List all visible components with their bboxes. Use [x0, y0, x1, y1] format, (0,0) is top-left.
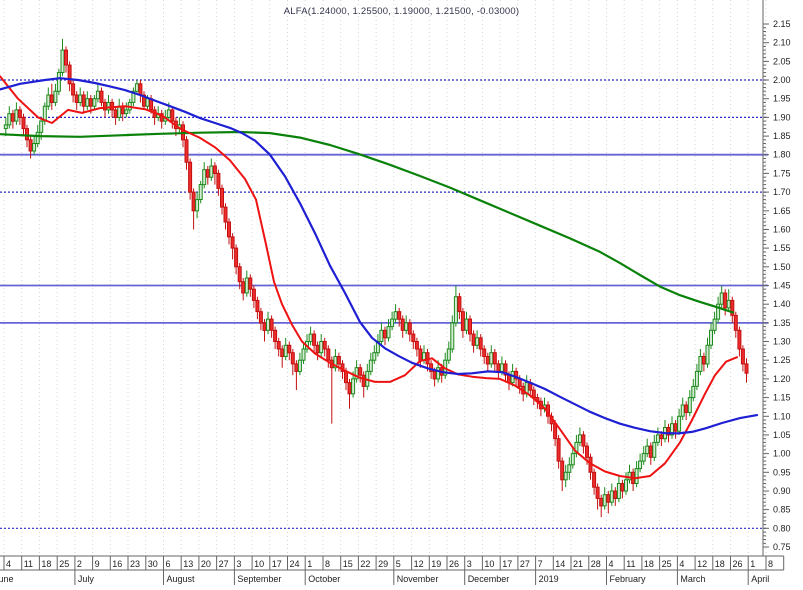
svg-text:18: 18: [644, 559, 654, 569]
svg-text:28: 28: [591, 559, 601, 569]
svg-text:0.75: 0.75: [773, 542, 791, 552]
svg-text:29: 29: [378, 559, 388, 569]
svg-text:1.00: 1.00: [773, 449, 791, 459]
svg-text:March: March: [680, 574, 705, 584]
svg-text:2.00: 2.00: [773, 75, 791, 85]
svg-text:1.05: 1.05: [773, 430, 791, 440]
svg-text:September: September: [237, 574, 281, 584]
svg-text:2019: 2019: [539, 574, 559, 584]
svg-text:2.05: 2.05: [773, 56, 791, 66]
svg-text:1.60: 1.60: [773, 225, 791, 235]
svg-text:12: 12: [414, 559, 424, 569]
svg-text:11: 11: [626, 559, 635, 569]
svg-text:August: August: [167, 574, 196, 584]
svg-text:4: 4: [609, 559, 614, 569]
svg-text:16: 16: [112, 559, 122, 569]
candlesticks: [3, 38, 749, 518]
svg-text:11: 11: [24, 559, 33, 569]
svg-text:1.35: 1.35: [773, 318, 791, 328]
svg-text:8: 8: [325, 559, 330, 569]
svg-text:1.20: 1.20: [773, 374, 791, 384]
svg-text:1.50: 1.50: [773, 262, 791, 272]
svg-text:17: 17: [502, 559, 512, 569]
svg-text:1: 1: [307, 559, 312, 569]
svg-text:5: 5: [396, 559, 401, 569]
svg-text:18: 18: [715, 559, 725, 569]
svg-text:25: 25: [662, 559, 672, 569]
svg-text:27: 27: [520, 559, 530, 569]
price-axis: 2.15 2.10 2.05 2.00 1.95 1.90 1.85 1.80 1.75 1.70…: [762, 0, 791, 556]
svg-text:1.40: 1.40: [773, 299, 791, 309]
svg-text:0.80: 0.80: [773, 523, 791, 533]
svg-text:1.90: 1.90: [773, 112, 791, 122]
svg-text:7: 7: [538, 559, 543, 569]
svg-text:October: October: [308, 574, 340, 584]
svg-text:1: 1: [750, 559, 755, 569]
svg-text:1.25: 1.25: [773, 355, 791, 365]
svg-text:6: 6: [166, 559, 171, 569]
ma-medium-line: [0, 77, 759, 435]
svg-text:4: 4: [679, 559, 684, 569]
svg-text:February: February: [610, 574, 647, 584]
svg-text:21: 21: [573, 559, 583, 569]
time-axis: 4June1118252July91623306August1320273Sep…: [0, 555, 785, 585]
svg-text:1.30: 1.30: [773, 337, 791, 347]
svg-text:1.55: 1.55: [773, 243, 791, 253]
svg-text:22: 22: [360, 559, 370, 569]
svg-text:3: 3: [236, 559, 241, 569]
svg-text:0.85: 0.85: [773, 505, 791, 515]
svg-text:24: 24: [290, 559, 300, 569]
svg-text:0.95: 0.95: [773, 467, 791, 477]
svg-text:27: 27: [219, 559, 229, 569]
svg-text:2.15: 2.15: [773, 19, 791, 29]
price-chart-canvas[interactable]: 2.15 2.10 2.05 2.00 1.95 1.90 1.85 1.80 1.75 1.70…: [0, 0, 803, 590]
support-resistance-lines: [0, 79, 768, 529]
svg-text:1.45: 1.45: [773, 281, 791, 291]
svg-text:1.75: 1.75: [773, 168, 791, 178]
svg-text:4: 4: [6, 559, 11, 569]
svg-text:10: 10: [254, 559, 264, 569]
svg-text:19: 19: [431, 559, 441, 569]
svg-text:15: 15: [343, 559, 353, 569]
svg-text:13: 13: [183, 559, 193, 569]
svg-text:April: April: [751, 574, 769, 584]
svg-text:1.70: 1.70: [773, 187, 791, 197]
svg-text:1.65: 1.65: [773, 206, 791, 216]
vertical-gridlines: [3, 0, 767, 556]
svg-text:1.80: 1.80: [773, 150, 791, 160]
svg-text:26: 26: [449, 559, 459, 569]
svg-text:20: 20: [201, 559, 211, 569]
svg-text:18: 18: [41, 559, 51, 569]
svg-text:25: 25: [59, 559, 69, 569]
svg-text:10: 10: [484, 559, 494, 569]
svg-text:26: 26: [733, 559, 743, 569]
svg-text:2.10: 2.10: [773, 38, 791, 48]
svg-text:November: November: [397, 574, 439, 584]
svg-text:17: 17: [272, 559, 282, 569]
svg-text:1.15: 1.15: [773, 393, 791, 403]
svg-text:December: December: [468, 574, 510, 584]
svg-text:30: 30: [148, 559, 158, 569]
svg-text:1.85: 1.85: [773, 131, 791, 141]
svg-text:23: 23: [130, 559, 140, 569]
svg-text:3: 3: [467, 559, 472, 569]
svg-text:0.90: 0.90: [773, 486, 791, 496]
chart-window: 2.15 2.10 2.05 2.00 1.95 1.90 1.85 1.80 1.75 1.70…: [0, 0, 803, 590]
svg-text:1.95: 1.95: [773, 94, 791, 104]
svg-text:July: July: [78, 574, 95, 584]
svg-text:9: 9: [95, 559, 100, 569]
svg-text:2: 2: [77, 559, 82, 569]
svg-text:1.10: 1.10: [773, 411, 791, 421]
svg-text:June: June: [0, 574, 14, 584]
svg-text:14: 14: [555, 559, 565, 569]
svg-text:8: 8: [768, 559, 773, 569]
svg-text:12: 12: [697, 559, 707, 569]
